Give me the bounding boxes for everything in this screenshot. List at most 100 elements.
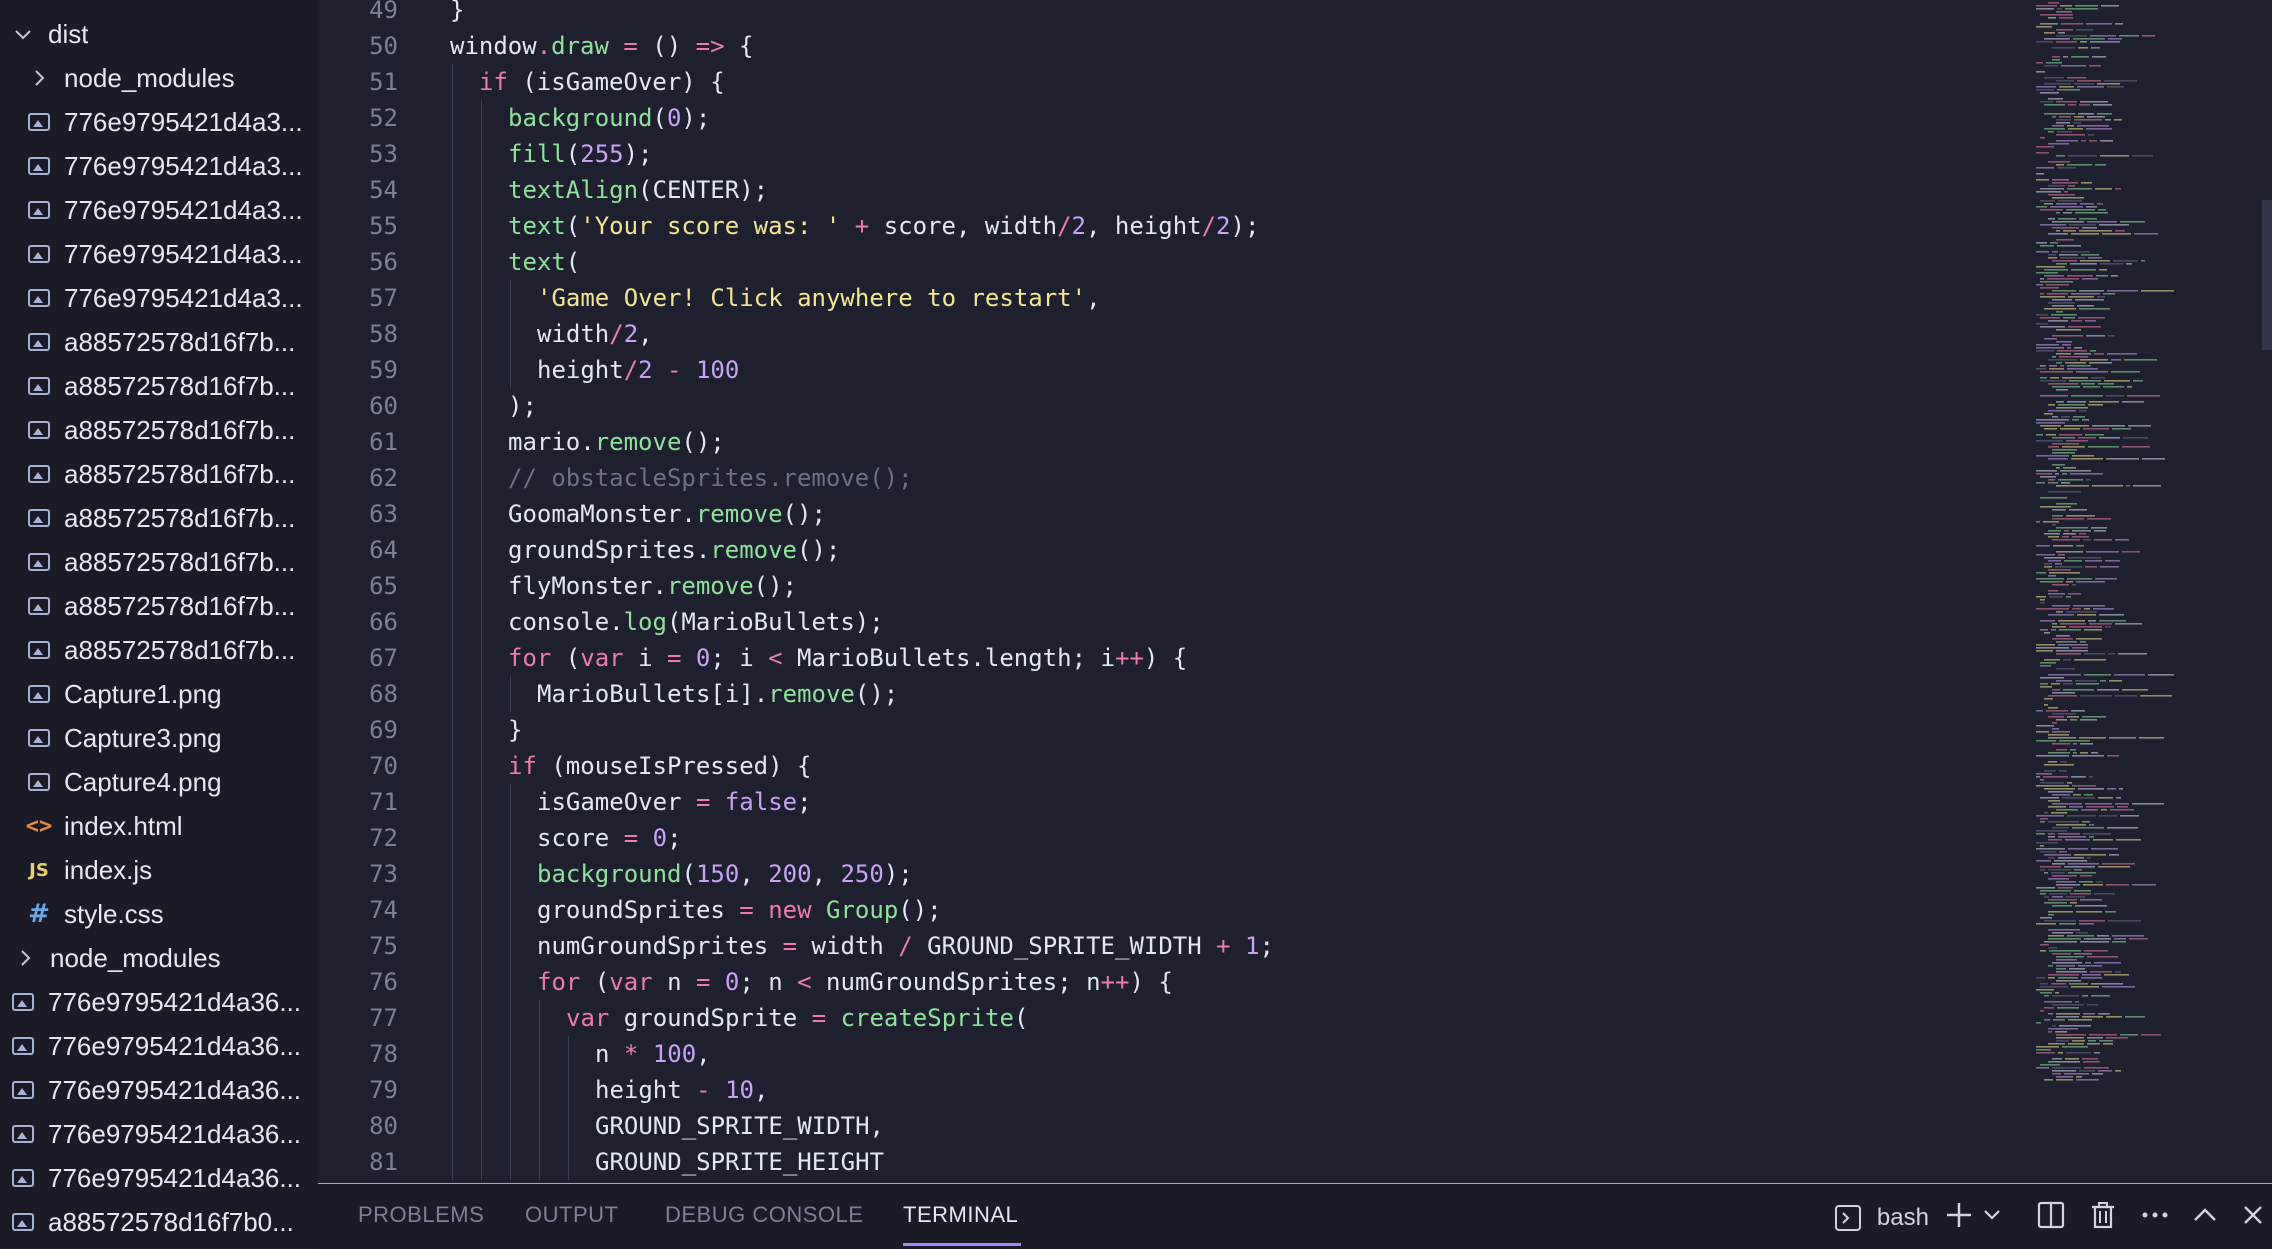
code-line[interactable]: 80 GROUND_SPRITE_WIDTH,: [318, 1108, 2028, 1144]
minimap[interactable]: [2028, 0, 2272, 1183]
minimap-line: [2036, 62, 2043, 64]
tree-item[interactable]: a88572578d16f7b...: [0, 584, 318, 628]
code-line[interactable]: 63 GoomaMonster.remove();: [318, 496, 2028, 532]
tree-item[interactable]: # style.css: [0, 892, 318, 936]
tree-item[interactable]: dist: [0, 12, 318, 56]
tree-item[interactable]: 776e9795421d4a36...: [0, 1112, 318, 1156]
code-line[interactable]: 76 for (var n = 0; n < numGroundSprites; …: [318, 964, 2028, 1000]
split-terminal-button[interactable]: [2036, 1200, 2066, 1236]
minimap-line: [2059, 86, 2074, 88]
code-line[interactable]: 53 fill(255);: [318, 136, 2028, 172]
code-line[interactable]: 77 var groundSprite = createSprite(: [318, 1000, 2028, 1036]
tab-problems[interactable]: PROBLEMS: [358, 1202, 484, 1228]
tree-item[interactable]: 776e9795421d4a36...: [0, 1024, 318, 1068]
code-token: );: [623, 140, 653, 168]
code-line[interactable]: 69}: [318, 712, 2028, 748]
code-line[interactable]: 55 text('Your score was: ' + score, width…: [318, 208, 2028, 244]
minimap-line: [2078, 965, 2102, 967]
tree-item[interactable]: a88572578d16f7b...: [0, 628, 318, 672]
tree-item[interactable]: 776e9795421d4a3...: [0, 232, 318, 276]
tab-output[interactable]: OUTPUT: [525, 1202, 618, 1228]
code-line[interactable]: 56 text(: [318, 244, 2028, 280]
tree-item[interactable]: Capture4.png: [0, 760, 318, 804]
editor-scrollbar[interactable]: [2262, 200, 2272, 350]
code-line[interactable]: 54 textAlign(CENTER);: [318, 172, 2028, 208]
code-token: groundSprites: [537, 896, 740, 924]
code-line[interactable]: 66 console.log(MarioBullets);: [318, 604, 2028, 640]
tree-item[interactable]: 776e9795421d4a3...: [0, 276, 318, 320]
code-line[interactable]: 61 mario.remove();: [318, 424, 2028, 460]
minimap-line: [2036, 785, 2069, 787]
tree-item[interactable]: Capture3.png: [0, 716, 318, 760]
tree-item[interactable]: node_modules: [0, 56, 318, 100]
code-line[interactable]: 52 background(0);: [318, 100, 2028, 136]
kill-terminal-button[interactable]: [2088, 1200, 2118, 1236]
minimap-line: [2044, 533, 2060, 535]
code-line[interactable]: 79 height - 10,: [318, 1072, 2028, 1108]
minimap-line: [2052, 125, 2064, 127]
code-line[interactable]: 68 MarioBullets[i].remove();: [318, 676, 2028, 712]
code-line[interactable]: 65 flyMonster.remove();: [318, 568, 2028, 604]
indent-guide: [481, 856, 482, 892]
terminal-selector[interactable]: bash: [1834, 1202, 1929, 1233]
minimap-line: [2052, 689, 2060, 691]
code-token: height: [595, 1076, 697, 1104]
minimap-line: [2036, 773, 2052, 775]
code-line[interactable]: 67 for (var i = 0; i < MarioBullets.lengt…: [318, 640, 2028, 676]
code-line[interactable]: 58 width/2,: [318, 316, 2028, 352]
tree-item[interactable]: 776e9795421d4a3...: [0, 100, 318, 144]
tab-terminal[interactable]: TERMINAL: [903, 1202, 1018, 1228]
more-actions-button[interactable]: [2140, 1200, 2170, 1236]
code-line[interactable]: 59 height/2 - 100: [318, 352, 2028, 388]
tree-item[interactable]: 776e9795421d4a36...: [0, 1068, 318, 1112]
tree-item[interactable]: 776e9795421d4a3...: [0, 188, 318, 232]
minimap-line: [2089, 623, 2112, 625]
terminal-dropdown-button[interactable]: [1982, 1200, 2002, 1236]
close-panel-button[interactable]: [2238, 1200, 2268, 1236]
code-token: +: [854, 212, 870, 240]
tree-item[interactable]: JS index.js: [0, 848, 318, 892]
tree-item[interactable]: 776e9795421d4a36...: [0, 980, 318, 1024]
tree-item[interactable]: a88572578d16f7b...: [0, 320, 318, 364]
code-line[interactable]: 62 // obstacleSprites.remove();: [318, 460, 2028, 496]
code-line[interactable]: 72 score = 0;: [318, 820, 2028, 856]
tree-item[interactable]: a88572578d16f7b...: [0, 364, 318, 408]
code-line[interactable]: 60);: [318, 388, 2028, 424]
minimap-line: [2055, 563, 2062, 565]
tree-item[interactable]: Capture1.png: [0, 672, 318, 716]
tree-item[interactable]: a88572578d16f7b0...: [0, 1200, 318, 1244]
tree-item[interactable]: a88572578d16f7b...: [0, 540, 318, 584]
minimap-line: [2133, 380, 2143, 382]
tree-item[interactable]: 776e9795421d4a3...: [0, 144, 318, 188]
tree-item[interactable]: a88572578d16f7b...: [0, 496, 318, 540]
code-line[interactable]: 64 groundSprites.remove();: [318, 532, 2028, 568]
tree-item[interactable]: a88572578d16f7b...: [0, 408, 318, 452]
tree-item[interactable]: <> index.html: [0, 804, 318, 848]
minimap-line: [2036, 173, 2044, 175]
code-line[interactable]: 50 window.draw = () => {: [318, 28, 2028, 64]
code-line[interactable]: 73 background(150, 200, 250);: [318, 856, 2028, 892]
tree-item[interactable]: node_modules: [0, 936, 318, 980]
maximize-panel-button[interactable]: [2190, 1200, 2220, 1236]
code-line[interactable]: 70 if (mouseIsPressed) {: [318, 748, 2028, 784]
minimap-line: [2099, 620, 2126, 622]
code-line[interactable]: 71 isGameOver = false;: [318, 784, 2028, 820]
minimap-line: [2036, 455, 2069, 457]
tab-debug-console[interactable]: DEBUG CONSOLE: [665, 1202, 863, 1228]
code-line[interactable]: 49}: [318, 0, 2028, 28]
image-icon: [24, 503, 54, 533]
minimap-line: [2100, 155, 2129, 157]
minimap-line: [2098, 1013, 2110, 1015]
code-line[interactable]: 78 n * 100,: [318, 1036, 2028, 1072]
tree-item[interactable]: a88572578d16f7b...: [0, 452, 318, 496]
code-line[interactable]: 75 numGroundSprites = width / GROUND_SPRI…: [318, 928, 2028, 964]
minimap-line: [2052, 1067, 2081, 1069]
code-editor[interactable]: 49} 50 window.draw = () => {51 if (isGameOv…: [318, 0, 2028, 1183]
tree-item[interactable]: 776e9795421d4a36...: [0, 1156, 318, 1200]
minimap-line: [2115, 623, 2142, 625]
new-terminal-button[interactable]: [1944, 1200, 1974, 1236]
code-line[interactable]: 57 'Game Over! Click anywhere to restart'…: [318, 280, 2028, 316]
code-line[interactable]: 81 GROUND_SPRITE_HEIGHT: [318, 1144, 2028, 1180]
code-line[interactable]: 74 groundSprites = new Group();: [318, 892, 2028, 928]
code-line[interactable]: 51 if (isGameOver) {: [318, 64, 2028, 100]
